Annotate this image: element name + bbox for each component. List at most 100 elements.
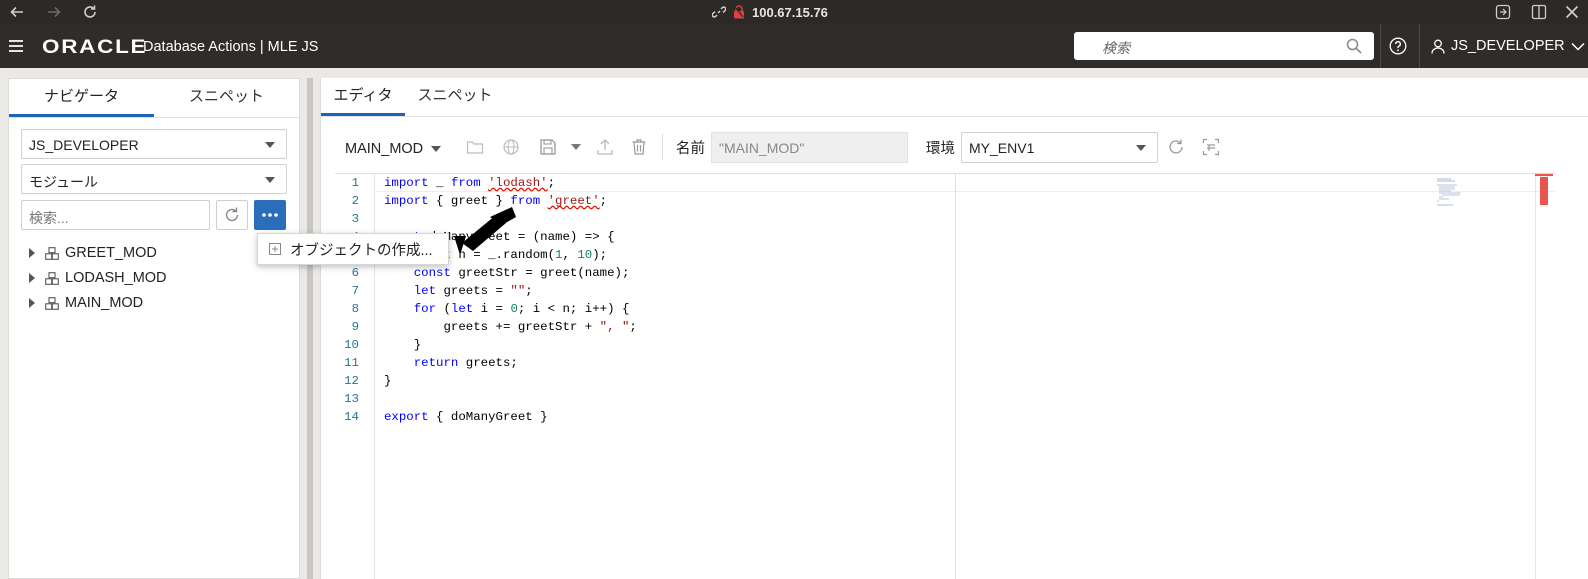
name-field[interactable]: "MAIN_MOD" [711, 132, 908, 163]
minimap[interactable] [1434, 176, 1494, 206]
more-actions-button[interactable] [254, 200, 286, 230]
tab-divider [321, 116, 1588, 117]
close-icon[interactable] [1564, 4, 1580, 20]
navigator-search-placeholder: 検索... [29, 210, 69, 226]
code-line[interactable]: for (let i = 0; i < n; i++) { [384, 302, 630, 316]
vertical-scrollbar[interactable] [1535, 174, 1553, 579]
tree-item-label: GREET_MOD [65, 245, 157, 261]
divider [1380, 24, 1381, 68]
save-options-caret-icon[interactable] [571, 144, 581, 152]
scrollbar-top-marker [1535, 174, 1553, 176]
module-select-value: MAIN_MOD [345, 141, 424, 157]
user-name: JS_DEVELOPER [1451, 38, 1565, 54]
tab-navigator[interactable]: ナビゲータ [9, 79, 154, 117]
code-line[interactable]: import _ from 'lodash'; [384, 176, 555, 190]
search-icon[interactable] [1346, 38, 1362, 54]
create-object-menu: オブジェクトの作成... [257, 233, 449, 265]
tree-item-lodash-mod[interactable]: LODASH_MOD [29, 270, 167, 286]
mouse-cursor-icon [454, 207, 516, 255]
line-number: 11 [344, 356, 359, 370]
app-header: ORACLE Database Actions | MLE JS 検索 JS_D… [0, 24, 1588, 68]
menu-item-create-object[interactable]: オブジェクトの作成... [290, 239, 433, 260]
code-line[interactable]: const greetStr = greet(name); [384, 266, 630, 280]
code-line[interactable]: export { doManyGreet } [384, 410, 548, 424]
panel-splitter[interactable] [307, 78, 313, 579]
save-icon[interactable] [539, 138, 557, 156]
open-folder-icon[interactable] [466, 138, 484, 156]
tree-item-greet-mod[interactable]: GREET_MOD [29, 245, 157, 261]
tree-item-label: MAIN_MOD [65, 295, 144, 311]
code-line[interactable]: return greets; [384, 356, 518, 370]
line-number: 13 [344, 392, 359, 406]
navigator-search-input[interactable]: 検索... [21, 200, 210, 230]
line-number: 7 [351, 284, 359, 298]
address-bar[interactable]: 100.67.15.76 [712, 3, 828, 21]
split-view-icon[interactable] [1531, 4, 1547, 20]
module-icon [45, 271, 59, 285]
link-icon [712, 5, 726, 19]
caret-down-icon [431, 146, 442, 152]
line-number: 14 [344, 410, 359, 424]
search-placeholder: 検索 [1102, 40, 1130, 56]
tab-snippets-right[interactable]: スニペット [405, 78, 505, 116]
divider [662, 134, 663, 160]
line-number: 12 [344, 374, 359, 388]
environment-value: MY_ENV1 [969, 140, 1035, 156]
line-number: 1 [351, 176, 359, 190]
environment-details-icon[interactable] [1202, 138, 1220, 156]
tree-item-main-mod[interactable]: MAIN_MOD [29, 295, 143, 311]
line-number: 10 [344, 338, 359, 352]
navigator-panel: ナビゲータ スニペット JS_DEVELOPER モジュール 検索... GRE… [8, 78, 300, 579]
code-line[interactable]: greets += greetStr + ", "; [384, 320, 636, 334]
line-number: 9 [351, 320, 359, 334]
url-text: 100.67.15.76 [752, 4, 828, 20]
name-label: 名前 [676, 141, 705, 157]
object-type-select[interactable]: モジュール [21, 164, 287, 194]
caret-down-icon [265, 142, 275, 148]
environment-select[interactable]: MY_ENV1 [961, 132, 1158, 163]
line-number: 3 [351, 212, 359, 226]
line-number: 6 [351, 266, 359, 280]
code-line[interactable]: let greets = ""; [384, 284, 533, 298]
refresh-environment-icon[interactable] [1167, 138, 1185, 156]
globe-icon[interactable] [502, 138, 520, 156]
user-icon [1431, 39, 1445, 54]
environment-label: 環境 [926, 141, 955, 157]
caret-down-icon [265, 177, 275, 183]
lock-insecure-icon [733, 5, 745, 19]
browser-toolbar: 100.67.15.76 [0, 0, 1588, 24]
forward-arrow-icon[interactable] [46, 4, 62, 20]
global-search-input[interactable]: 検索 [1074, 32, 1374, 60]
expand-icon[interactable] [29, 248, 35, 258]
module-icon [45, 296, 59, 310]
schema-value: JS_DEVELOPER [29, 137, 139, 153]
back-arrow-icon[interactable] [9, 4, 25, 20]
upload-icon[interactable] [596, 138, 614, 156]
tab-divider [9, 117, 299, 118]
expand-icon[interactable] [29, 298, 35, 308]
tab-snippets-left[interactable]: スニペット [154, 79, 299, 117]
chevron-down-icon [1571, 42, 1585, 51]
help-icon[interactable] [1389, 37, 1407, 55]
editor-toolbar: MAIN_MOD 名前 "MAIN_MOD" 環境 MY_ENV1 [321, 122, 1588, 172]
code-line[interactable]: } [384, 374, 391, 388]
editor-panel: エディタ スニペット MAIN_MOD 名前 "MAIN_MOD" 環境 MY_… [320, 78, 1588, 579]
hamburger-menu-icon[interactable] [9, 40, 23, 52]
translate-icon[interactable] [1495, 4, 1511, 20]
refresh-button[interactable] [216, 200, 248, 230]
tab-editor[interactable]: エディタ [321, 78, 405, 116]
delete-icon[interactable] [630, 138, 648, 156]
app-title: Database Actions | MLE JS [143, 39, 319, 55]
expand-icon[interactable] [29, 273, 35, 283]
user-menu[interactable]: JS_DEVELOPER [1431, 38, 1585, 54]
name-field-value: "MAIN_MOD" [719, 140, 805, 156]
column-ruler [955, 174, 956, 579]
schema-select[interactable]: JS_DEVELOPER [21, 129, 287, 159]
divider [1419, 24, 1420, 68]
reload-icon[interactable] [82, 4, 98, 20]
object-type-value: モジュール [29, 174, 99, 190]
module-select[interactable]: MAIN_MOD [345, 141, 442, 157]
line-number: 2 [351, 194, 359, 208]
plus-square-icon [269, 243, 281, 255]
code-line[interactable]: } [384, 338, 421, 352]
